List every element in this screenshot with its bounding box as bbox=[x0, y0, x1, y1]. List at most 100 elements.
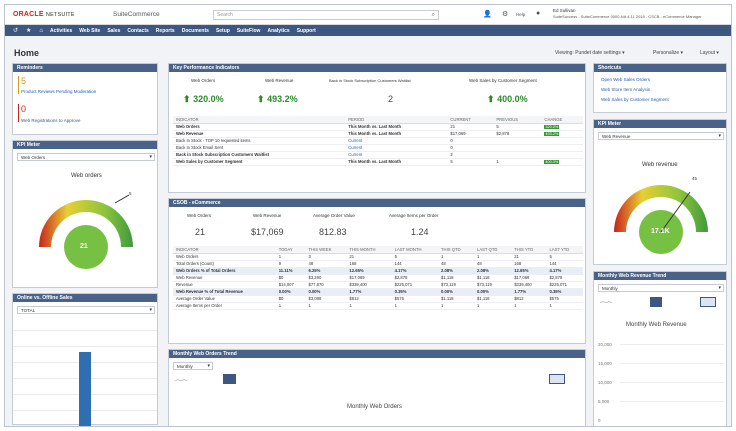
viewing-date-settings[interactable]: Viewing: Pundet date settings ▾ bbox=[555, 50, 625, 56]
monthly-revenue-period-select[interactable]: Monthly ▾ bbox=[598, 284, 724, 292]
kpi-period[interactable]: Current bbox=[345, 151, 448, 159]
kpi-headline-value[interactable]: 2 bbox=[388, 94, 393, 104]
oracle-netsuite-logo[interactable]: ORACLE NETSUITE bbox=[13, 11, 75, 18]
nav-item-activities[interactable]: Activities bbox=[50, 28, 72, 34]
column-header[interactable]: THIS YTD bbox=[511, 246, 547, 254]
kpi-headline-value[interactable]: ⬆ 400.0% bbox=[487, 94, 528, 105]
personalize-menu[interactable]: Personalize ▾ bbox=[653, 50, 683, 56]
nav-item-reports[interactable]: Reports bbox=[156, 28, 175, 34]
kpi-period[interactable]: Current bbox=[345, 137, 448, 145]
column-header[interactable]: TODAY bbox=[275, 246, 306, 254]
table-row[interactable]: Back In Stock - TOP 10 requested items Cu… bbox=[173, 137, 583, 145]
home-icon[interactable]: ⌂ bbox=[39, 28, 43, 34]
kpi-previous[interactable]: $2,878 bbox=[493, 130, 542, 138]
table-row[interactable]: Web Orders 1 3 21 5 1 1 21 5 bbox=[173, 253, 583, 261]
settings-icon[interactable]: ⚙ bbox=[502, 10, 508, 18]
online-offline-select[interactable]: TOTAL ▾ bbox=[17, 306, 155, 314]
table-cell: Web Orders % of Total Orders bbox=[173, 267, 276, 275]
table-cell: 1 bbox=[474, 302, 512, 310]
back-icon[interactable]: ↺ bbox=[13, 27, 18, 34]
kpi-previous[interactable]: 5 bbox=[493, 123, 542, 131]
line-chart-type-icon[interactable]: ⌒⌒ bbox=[175, 378, 187, 387]
table-row[interactable]: Web Orders % of Total Orders 11.11% 6.25% 1… bbox=[173, 267, 583, 275]
chart-mini-view-icon[interactable] bbox=[700, 297, 716, 307]
table-row[interactable]: Back In Stock Email Sent Current 0 bbox=[173, 144, 583, 152]
user-menu[interactable]: Ed Sullivan SuiteSuccess - SuiteCommerce… bbox=[553, 8, 702, 20]
column-header[interactable]: LAST YTD bbox=[546, 246, 583, 254]
table-row[interactable]: Web Revenue $0 $3,260 $17,069 $2,878 $1,118 $1… bbox=[173, 274, 583, 282]
column-header[interactable]: CHANGE bbox=[541, 116, 583, 124]
table-row[interactable]: Web Revenue % of Total Revenue 0.00% 0.00%… bbox=[173, 288, 583, 296]
column-header[interactable]: THIS MONTH bbox=[346, 246, 392, 254]
kpi-current[interactable]: $17,069 bbox=[447, 130, 494, 138]
online-sales-bar[interactable] bbox=[79, 352, 91, 426]
csob-headline-value[interactable]: 21 bbox=[195, 227, 205, 237]
table-cell: 5 bbox=[391, 253, 438, 261]
search-icon[interactable]: ⌕ bbox=[432, 12, 435, 19]
table-row[interactable]: Web Sales by Customer Segment This Month … bbox=[173, 158, 583, 166]
shortcut-link[interactable]: Open Web Sales Orders bbox=[601, 77, 650, 82]
column-header[interactable]: PERIOD bbox=[345, 116, 448, 124]
csob-headline-value[interactable]: $17,069 bbox=[251, 227, 284, 237]
area-chart-type-icon[interactable] bbox=[223, 374, 236, 384]
chevron-down-icon: ▾ bbox=[718, 285, 721, 291]
global-search-input[interactable]: Search ⌕ bbox=[213, 10, 439, 20]
area-chart-type-icon[interactable] bbox=[650, 297, 662, 307]
kpi-current[interactable]: 0 bbox=[447, 144, 494, 152]
column-header[interactable]: LAST MONTH bbox=[391, 246, 438, 254]
table-row[interactable]: Revenue $14,007 $77,870 $339,400 $225,071 $73… bbox=[173, 281, 583, 289]
csob-headline-value[interactable]: 812.83 bbox=[319, 227, 347, 237]
kpi-current[interactable]: 0 bbox=[447, 137, 494, 145]
help-link[interactable]: Help bbox=[516, 12, 525, 17]
table-row[interactable]: Web Orders This Month vs. Last Month 21 5 32… bbox=[173, 123, 583, 131]
csob-headline-value[interactable]: 1.24 bbox=[411, 227, 429, 237]
nav-item-web-site[interactable]: Web Site bbox=[79, 28, 100, 34]
table-row[interactable]: Back in Stock Subscription Customers Wai… bbox=[173, 151, 583, 159]
kpi-period[interactable]: Current bbox=[345, 144, 448, 152]
shortcut-link[interactable]: Web Sales by Customer Segment bbox=[601, 97, 669, 102]
table-row[interactable]: Total Orders (Count) 9 48 168 144 48 48 168 144 bbox=[173, 260, 583, 268]
shortcut-link[interactable]: Web Store Item Analysis bbox=[601, 87, 650, 92]
kpi-table: INDICATOR PERIOD CURRENT PREVIOUS CHANGE… bbox=[173, 116, 583, 166]
column-header[interactable]: INDICATOR bbox=[173, 116, 346, 124]
reminder-link[interactable]: Web Registrations to Approve bbox=[21, 118, 80, 123]
column-header[interactable]: INDICATOR bbox=[173, 246, 276, 254]
table-row[interactable]: Average Items per Order 1 1 1 1 1 1 1 1 bbox=[173, 302, 583, 310]
user-avatar-icon[interactable]: ● bbox=[536, 10, 540, 17]
table-row[interactable]: Web Revenue This Month vs. Last Month $17,… bbox=[173, 130, 583, 138]
nav-item-sales[interactable]: Sales bbox=[107, 28, 120, 34]
nav-item-suiteflow[interactable]: SuiteFlow bbox=[237, 28, 261, 34]
column-header[interactable]: THIS WEEK bbox=[305, 246, 347, 254]
table-cell: 144 bbox=[546, 260, 583, 268]
nav-item-analytics[interactable]: Analytics bbox=[267, 28, 289, 34]
chart-mini-view-icon[interactable] bbox=[549, 374, 565, 384]
nav-item-documents[interactable]: Documents bbox=[182, 28, 209, 34]
favorites-star-icon[interactable]: ★ bbox=[26, 27, 31, 34]
nav-item-support[interactable]: Support bbox=[297, 28, 316, 34]
kpi-previous[interactable]: 1 bbox=[493, 158, 542, 166]
table-row[interactable]: Average Order Value $0 $3,088 $812 $575 $1,11… bbox=[173, 295, 583, 303]
nav-item-setup[interactable]: Setup bbox=[216, 28, 230, 34]
reminder-link[interactable]: Product Reviews Pending Moderation bbox=[21, 89, 96, 94]
y-tick-label: 20,000 bbox=[598, 342, 612, 347]
kpi-current[interactable]: 2 bbox=[447, 151, 494, 159]
kpi-meter-select[interactable]: Web Revenue ▾ bbox=[598, 132, 724, 140]
layout-menu[interactable]: Layout ▾ bbox=[700, 50, 719, 56]
add-user-icon[interactable]: 👤 bbox=[483, 10, 492, 18]
monthly-orders-period-select[interactable]: Monthly ▾ bbox=[173, 362, 213, 370]
kpi-headline-value[interactable]: ⬆ 493.2% bbox=[257, 94, 298, 105]
column-header[interactable]: LAST QTD bbox=[474, 246, 512, 254]
column-header[interactable]: PREVIOUS bbox=[493, 116, 542, 124]
kpi-current[interactable]: 5 bbox=[447, 158, 494, 166]
reminder-count[interactable]: 0 bbox=[21, 104, 26, 114]
reminder-count[interactable]: 5 bbox=[21, 76, 26, 86]
table-cell: $1,118 bbox=[438, 295, 474, 303]
line-chart-type-icon[interactable]: ⌒⌒ bbox=[600, 300, 612, 309]
column-header[interactable]: CURRENT bbox=[447, 116, 494, 124]
nav-item-contacts[interactable]: Contacts bbox=[127, 28, 148, 34]
kpi-meter-select[interactable]: Web Orders ▾ bbox=[17, 153, 155, 161]
column-header[interactable]: THIS QTD bbox=[438, 246, 474, 254]
table-cell: 5 bbox=[546, 253, 583, 261]
kpi-current[interactable]: 21 bbox=[447, 123, 494, 131]
kpi-headline-value[interactable]: ⬆ 320.0% bbox=[183, 94, 224, 105]
